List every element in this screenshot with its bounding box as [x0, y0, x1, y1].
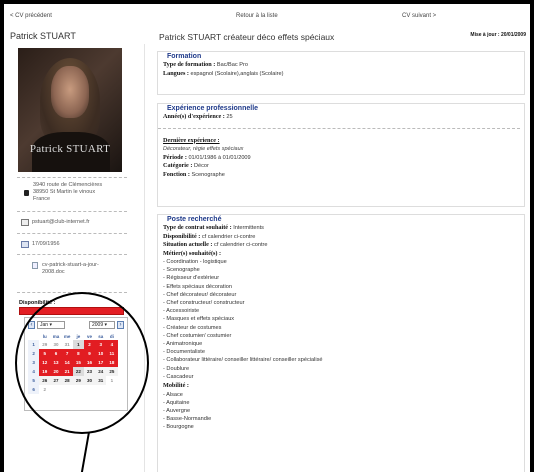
- job-item: - Créateur de costumes: [163, 324, 222, 331]
- mobility-item: - Basse-Normandie: [163, 416, 212, 423]
- formation-section: Formation Type de formation : Bac/Bac Pr…: [157, 51, 525, 95]
- cv-file-link[interactable]: cv-patrick-stuart-a-jour-: [42, 262, 112, 269]
- column-divider: [144, 44, 145, 472]
- cv-file-link[interactable]: 2008.doc: [42, 269, 112, 276]
- email-link[interactable]: pstuart@club-internet.fr: [32, 219, 90, 225]
- cv-title: Patrick STUART créateur déco effets spéc…: [159, 32, 335, 42]
- section-title: Poste recherché: [167, 216, 222, 223]
- job-item: - Accessoiriste: [163, 308, 200, 315]
- job-item: - Documentaliste: [163, 349, 205, 356]
- job-item: - Animatronique: [163, 341, 203, 348]
- job-item: - Chef costumier/ costumier: [163, 332, 232, 339]
- address-line: 3940 route de Clémencières: [33, 182, 103, 188]
- mobility-list: - Alsace - Aquitaine - Auvergne - Basse-Nor…: [163, 391, 524, 432]
- mobility-item: - Bourgogne: [163, 424, 194, 431]
- mobility-item: - Auvergne: [163, 407, 191, 414]
- job-item: - Chef constructeur/ constructeur: [163, 300, 245, 307]
- experience-section: Expérience professionnelle Année(s) d'ex…: [157, 103, 525, 207]
- jobs-list: - Coordination - logistique - Scenographe…: [163, 258, 524, 381]
- address-line: France: [33, 196, 51, 202]
- previous-cv-link[interactable]: < CV précédent: [10, 13, 52, 19]
- calendar-icon: [21, 241, 29, 248]
- birthdate: 17/09/1956: [32, 241, 60, 247]
- divider: [17, 254, 127, 255]
- email-row: pstuart@club-internet.fr: [21, 219, 90, 226]
- divider: [17, 211, 127, 212]
- candidate-photo: Patrick STUART: [18, 48, 122, 172]
- update-date: Mise à jour : 20/01/2009: [470, 32, 526, 38]
- document-icon: [32, 262, 38, 269]
- next-cv-link[interactable]: CV suivant >: [402, 13, 436, 19]
- mobility-item: - Aquitaine: [163, 399, 190, 406]
- birthdate-row: 17/09/1956: [21, 241, 60, 248]
- photo-caption: Patrick STUART: [29, 143, 111, 155]
- highlight-pointer-line: [80, 431, 90, 472]
- cv-page: < CV précédent Retour à la liste CV suiv…: [4, 4, 530, 472]
- envelope-icon: [21, 219, 29, 226]
- job-item: - Régisseur d'extérieur: [163, 275, 220, 282]
- job-item: - Effets spéciaux décoration: [163, 283, 232, 290]
- divider: [17, 233, 127, 234]
- candidate-name: Patrick STUART: [10, 31, 76, 41]
- job-item: - Coordination - logistique: [163, 259, 227, 265]
- job-item: - Scenographe: [163, 267, 200, 274]
- top-navigation: < CV précédent Retour à la liste CV suiv…: [4, 13, 530, 23]
- divider: [17, 177, 127, 178]
- back-to-list-link[interactable]: Retour à la liste: [236, 13, 278, 19]
- wanted-position-section: Poste recherché Type de contrat souhaité…: [157, 214, 525, 472]
- job-item: - Cascadeur: [163, 373, 194, 380]
- job-item: - Doublure: [163, 365, 190, 372]
- home-icon: [24, 190, 29, 196]
- job-item: - Masques et effets spéciaux: [163, 316, 235, 323]
- job-item: - Chef décorateur/ décorateur: [163, 291, 237, 298]
- job-item: - Collaborateur littéraire/ conseiller l…: [163, 357, 323, 364]
- section-title: Expérience professionnelle: [167, 105, 259, 112]
- address-line: 38950 St Martin le vinoux: [33, 189, 96, 195]
- highlight-circle: [15, 292, 149, 434]
- mobility-item: - Alsace: [163, 391, 183, 398]
- section-title: Formation: [167, 53, 202, 60]
